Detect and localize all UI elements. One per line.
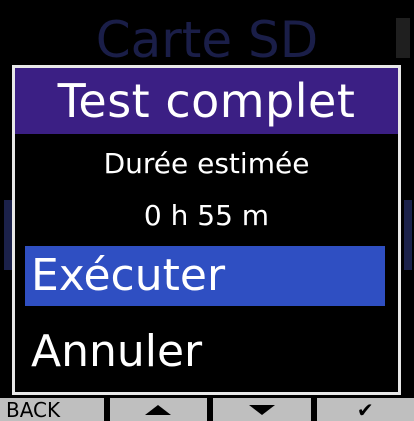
check-icon: ✔: [356, 398, 374, 421]
dialog-title: Test complet: [15, 68, 398, 134]
back-button[interactable]: BACK: [0, 398, 104, 421]
background-title: Carte SD: [95, 11, 319, 69]
confirm-dialog: Test complet Durée estimée 0 h 55 m Exéc…: [12, 65, 401, 395]
background-right-marker: [404, 200, 412, 270]
execute-option[interactable]: Exécuter: [25, 246, 385, 306]
softkey-bar: BACK ✔: [0, 398, 414, 421]
up-button[interactable]: [109, 398, 207, 421]
cancel-option[interactable]: Annuler: [25, 322, 385, 382]
battery-icon: [396, 18, 410, 58]
estimated-duration-value: 0 h 55 m: [143, 199, 270, 232]
screen: Carte SD Test complet Durée estimée 0 h …: [0, 0, 414, 421]
triangle-up-icon: [145, 404, 172, 415]
estimated-duration-label: Durée estimée: [103, 147, 310, 180]
down-button[interactable]: [213, 398, 311, 421]
triangle-down-icon: [248, 404, 275, 415]
confirm-button[interactable]: ✔: [316, 398, 414, 421]
background-left-marker: [4, 200, 12, 270]
